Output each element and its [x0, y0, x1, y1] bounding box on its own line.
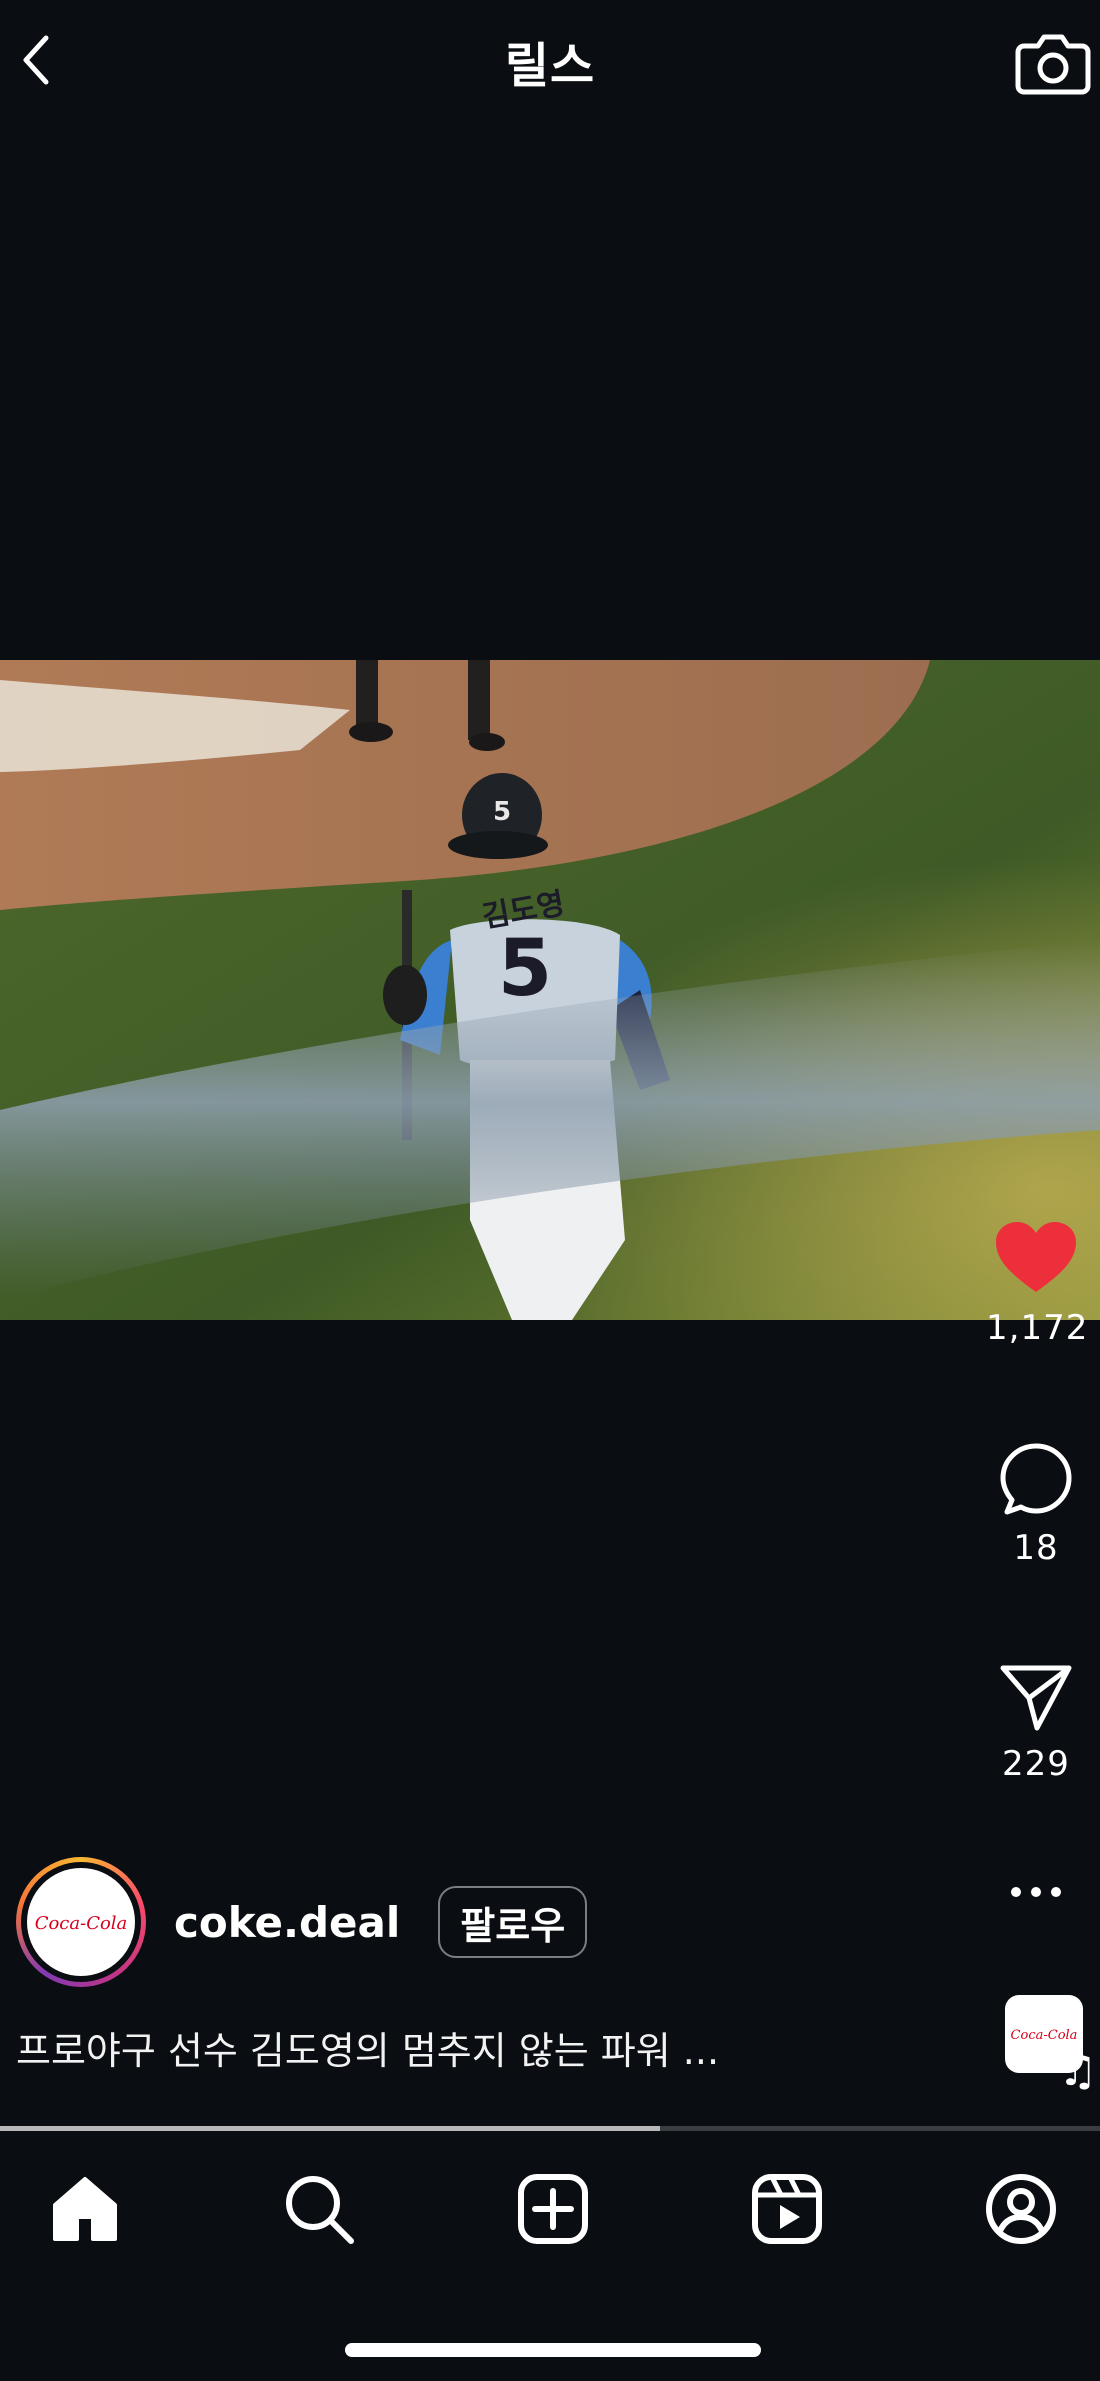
top-bar: 릴스	[0, 0, 1100, 125]
poster-row: Coca-Cola coke.deal 팔로우	[16, 1855, 588, 1989]
tab-create[interactable]	[508, 2164, 598, 2254]
share-count: 229	[1002, 1744, 1070, 1784]
tab-profile[interactable]	[976, 2164, 1066, 2254]
playback-progress-fill	[0, 2126, 660, 2131]
profile-icon	[986, 2174, 1056, 2244]
svg-text:Coca-Cola: Coca-Cola	[35, 1913, 128, 1934]
comment-icon[interactable]	[999, 1442, 1073, 1516]
share-action: 229	[986, 1662, 1086, 1784]
heart-filled-icon[interactable]	[994, 1220, 1078, 1296]
jersey-number: 5	[498, 924, 552, 1014]
more-action	[986, 1882, 1086, 1902]
follow-button[interactable]: 팔로우	[438, 1886, 588, 1958]
search-icon	[286, 2176, 354, 2244]
comment-action: 18	[986, 1442, 1086, 1568]
reels-icon	[752, 2174, 822, 2244]
plus-square-icon	[518, 2174, 588, 2244]
caption[interactable]: 프로야구 선수 김도영의 멈추지 않는 파워 ...	[16, 2020, 719, 2075]
page-title: 릴스	[504, 38, 596, 94]
comment-count: 18	[1013, 1528, 1059, 1568]
baseball-video-frame: 5 김도영 5	[0, 660, 1100, 1320]
send-icon[interactable]	[999, 1662, 1073, 1732]
like-count: 1,172	[986, 1308, 1089, 1348]
tab-home[interactable]	[40, 2164, 130, 2254]
reel-video[interactable]: 5 김도영 5	[0, 660, 1100, 1320]
helmet-number: 5	[493, 797, 511, 827]
playback-progress[interactable]	[0, 2126, 1100, 2131]
home-indicator[interactable]	[345, 2343, 761, 2357]
tab-reels[interactable]	[742, 2164, 832, 2254]
bottom-tab-bar	[0, 2136, 1100, 2276]
like-action: 1,172	[986, 1220, 1089, 1348]
avatar[interactable]: Coca-Cola	[16, 1857, 146, 1987]
coca-cola-logo: Coca-Cola	[27, 1868, 135, 1976]
camera-button[interactable]	[1014, 22, 1092, 100]
music-note-icon: ♫	[1058, 2045, 1098, 2096]
camera-icon	[1015, 34, 1091, 95]
home-icon	[53, 2177, 117, 2241]
tab-search[interactable]	[274, 2164, 364, 2254]
svg-text:Coca-Cola: Coca-Cola	[1011, 2028, 1078, 2043]
username[interactable]: coke.deal	[174, 1898, 400, 1947]
more-options-icon[interactable]	[1006, 1882, 1066, 1902]
